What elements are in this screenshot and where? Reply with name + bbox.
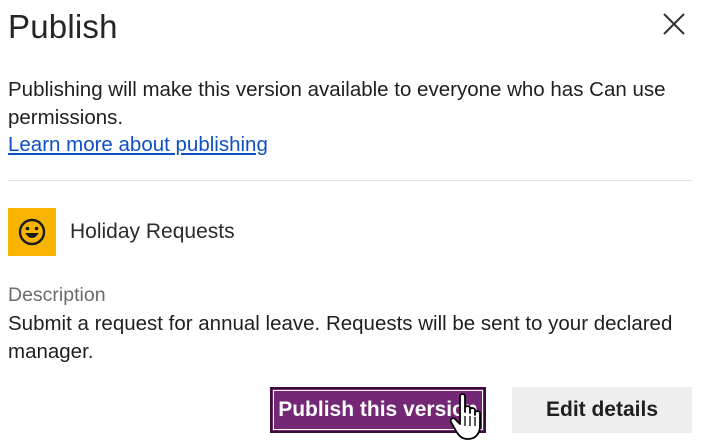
- edit-details-button[interactable]: Edit details: [512, 387, 692, 433]
- app-name: Holiday Requests: [70, 220, 235, 243]
- close-button[interactable]: [660, 10, 688, 38]
- description-text: Submit a request for annual leave. Reque…: [8, 312, 673, 363]
- intro-text: Publishing will make this version availa…: [8, 78, 666, 129]
- publish-dialog: Publish Publishing will make this versio…: [0, 0, 706, 446]
- close-icon: [663, 13, 685, 35]
- smiley-icon: [18, 218, 46, 246]
- dialog-title: Publish: [8, 8, 118, 45]
- divider: [8, 180, 692, 181]
- app-icon-tile: [8, 208, 56, 256]
- app-row: Holiday Requests: [8, 208, 235, 256]
- description-label: Description: [8, 284, 106, 306]
- learn-more-link[interactable]: Learn more about publishing: [8, 131, 268, 159]
- publish-button[interactable]: Publish this version: [270, 387, 486, 433]
